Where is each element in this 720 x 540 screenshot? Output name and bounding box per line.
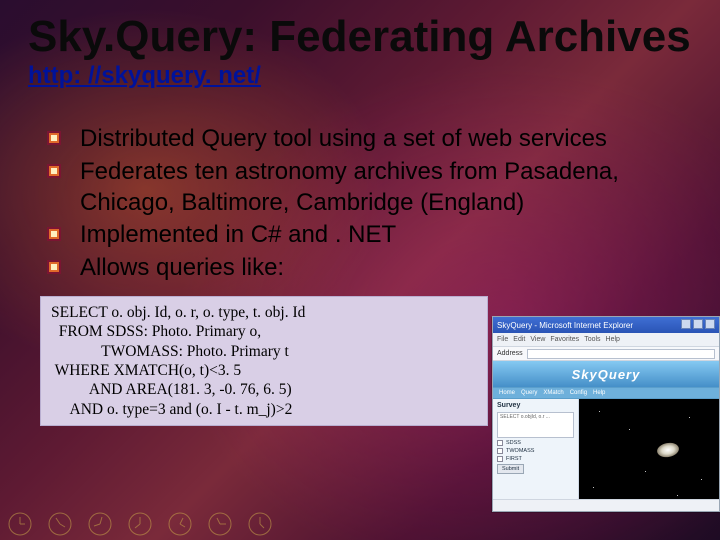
window-controls xyxy=(679,319,715,331)
clock-icon: -8 xyxy=(208,512,232,536)
slide-title: Sky.Query: Federating Archives xyxy=(28,14,692,60)
menu-item[interactable]: Favorites xyxy=(550,336,579,343)
menu-item[interactable]: Edit xyxy=(513,336,525,343)
bullet-text: Allows queries like: xyxy=(80,254,284,281)
nav-item[interactable]: Help xyxy=(593,390,605,396)
browser-address-bar: Address xyxy=(493,347,719,361)
browser-menubar: File Edit View Favorites Tools Help xyxy=(493,333,719,347)
site-nav: Home Query XMatch Config Help xyxy=(493,387,719,399)
survey-checkbox-row: SDSS xyxy=(497,440,574,446)
browser-window-title: SkyQuery - Microsoft Internet Explorer xyxy=(497,321,633,330)
bullet-list: Distributed Query tool using a set of we… xyxy=(46,124,692,284)
star-icon xyxy=(599,411,600,412)
sky-image xyxy=(579,399,719,511)
menu-item[interactable]: File xyxy=(497,336,508,343)
list-item: Implemented in C# and . NET xyxy=(46,220,692,251)
bullet-icon xyxy=(46,130,62,146)
submit-button[interactable]: Submit xyxy=(497,464,524,474)
query-panel: Survey SELECT o.objId, o.r ... SDSS TWOM… xyxy=(493,399,579,511)
galaxy-icon xyxy=(656,441,680,459)
star-icon xyxy=(677,495,678,496)
slide-link[interactable]: http: //skyquery. net/ xyxy=(28,62,692,90)
bullet-icon xyxy=(46,226,62,242)
menu-item[interactable]: Tools xyxy=(584,336,600,343)
nav-item[interactable]: Config xyxy=(570,390,587,396)
browser-titlebar: SkyQuery - Microsoft Internet Explorer xyxy=(493,317,719,333)
nav-item[interactable]: XMatch xyxy=(543,390,563,396)
menu-item[interactable]: View xyxy=(530,336,545,343)
checkbox-icon[interactable] xyxy=(497,448,503,454)
nav-item[interactable]: Home xyxy=(499,390,515,396)
checkbox-label: FIRST xyxy=(506,456,522,462)
browser-screenshot: SkyQuery - Microsoft Internet Explorer F… xyxy=(492,316,720,512)
list-item: Allows queries like: xyxy=(46,253,692,284)
clock-icon: -7 xyxy=(248,512,272,536)
query-textarea[interactable]: SELECT o.objId, o.r ... xyxy=(497,412,574,438)
checkbox-icon[interactable] xyxy=(497,456,503,462)
list-item: Federates ten astronomy archives from Pa… xyxy=(46,157,692,218)
bullet-icon xyxy=(46,163,62,179)
checkbox-label: TWOMASS xyxy=(506,448,534,454)
checkbox-icon[interactable] xyxy=(497,440,503,446)
panel-heading: Survey xyxy=(497,402,574,409)
bullet-text: Implemented in C# and . NET xyxy=(80,221,396,248)
bullet-icon xyxy=(46,259,62,275)
clock-icon: +11 xyxy=(48,512,72,536)
address-label: Address xyxy=(497,350,523,357)
star-icon xyxy=(645,471,646,472)
star-icon xyxy=(629,429,630,430)
clock-icon: -1 xyxy=(88,512,112,536)
star-icon xyxy=(689,417,690,418)
clock-icon: +12 xyxy=(8,512,32,536)
survey-checkbox-row: FIRST xyxy=(497,456,574,462)
address-input[interactable] xyxy=(527,349,715,359)
survey-checkbox-row: TWOMASS xyxy=(497,448,574,454)
list-item: Distributed Query tool using a set of we… xyxy=(46,124,692,155)
clock-icon: -9 xyxy=(168,512,192,536)
star-icon xyxy=(593,487,594,488)
browser-status-bar xyxy=(493,499,719,511)
timezone-clock-row: +12 +11 -1 -10 -9 -8 -7 xyxy=(8,512,272,536)
sql-code-block: SELECT o. obj. Id, o. r, o. type, t. obj… xyxy=(40,296,488,426)
menu-item[interactable]: Help xyxy=(606,336,620,343)
star-icon xyxy=(701,479,702,480)
bullet-text: Federates ten astronomy archives from Pa… xyxy=(80,158,619,216)
clock-icon: -10 xyxy=(128,512,152,536)
nav-item[interactable]: Query xyxy=(521,390,537,396)
site-banner: SkyQuery xyxy=(493,361,719,387)
bullet-text: Distributed Query tool using a set of we… xyxy=(80,125,607,152)
checkbox-label: SDSS xyxy=(506,440,521,446)
